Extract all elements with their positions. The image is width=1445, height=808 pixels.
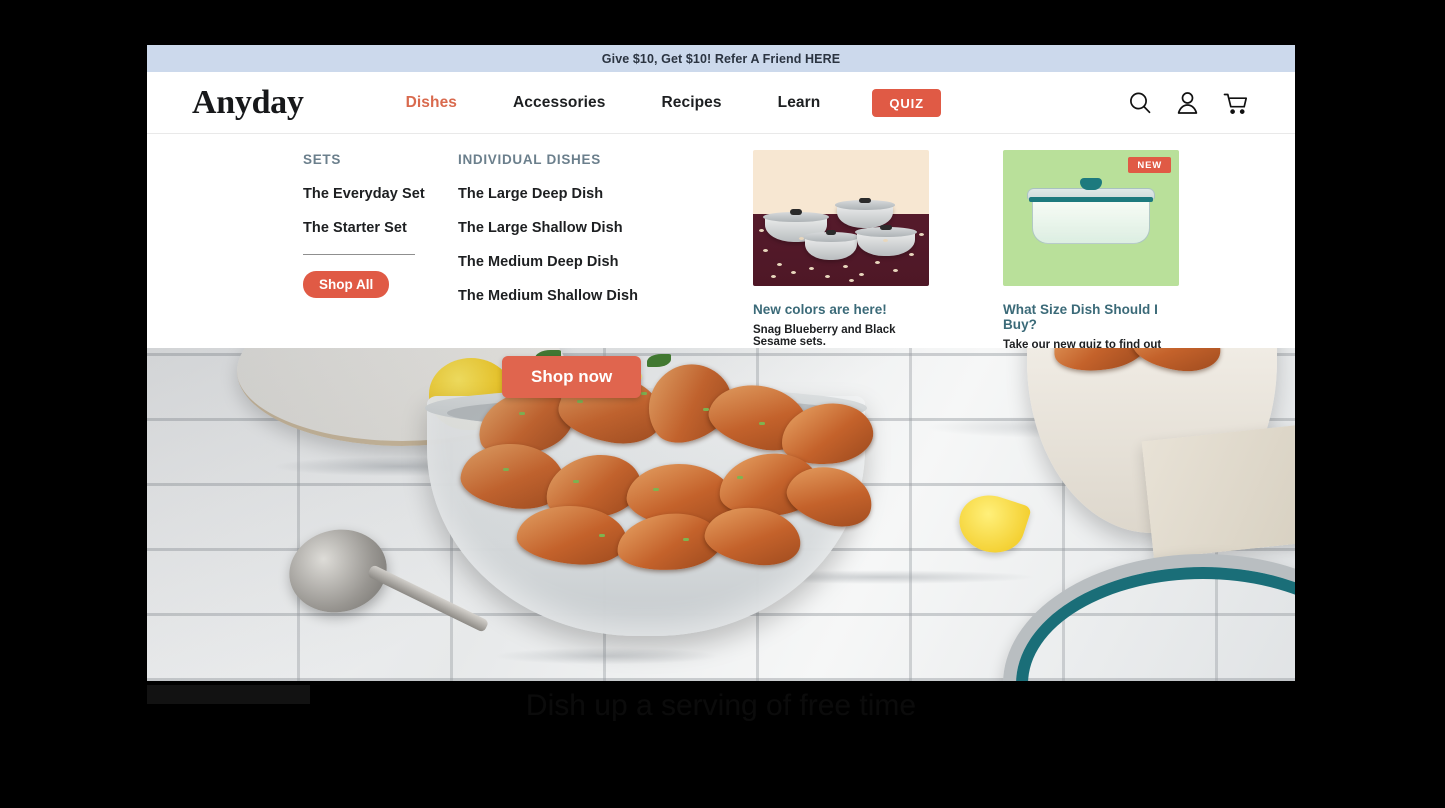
menu-link-everyday-set[interactable]: The Everyday Set xyxy=(303,186,458,202)
nav-item-learn[interactable]: Learn xyxy=(750,94,849,112)
menu-link-medium-deep-dish[interactable]: The Medium Deep Dish xyxy=(458,254,698,270)
quiz-button[interactable]: QUIZ xyxy=(872,88,941,117)
announcement-bar[interactable]: Give $10, Get $10! Refer A Friend HERE xyxy=(147,45,1295,72)
promo-card-size-quiz[interactable]: NEW What Size Dish Should I Buy? Take ou… xyxy=(1003,150,1179,351)
dropdown-divider xyxy=(303,254,415,255)
new-badge: NEW xyxy=(1128,157,1171,173)
promo-card-new-colors[interactable]: New colors are here! Snag Blueberry and … xyxy=(753,150,929,348)
promo-title-size-quiz: What Size Dish Should I Buy? xyxy=(1003,302,1158,332)
nav-item-recipes[interactable]: Recipes xyxy=(633,94,749,112)
shop-all-button[interactable]: Shop All xyxy=(303,271,390,298)
search-icon[interactable] xyxy=(1127,90,1153,116)
menu-link-medium-shallow-dish[interactable]: The Medium Shallow Dish xyxy=(458,288,698,304)
nav-item-accessories[interactable]: Accessories xyxy=(485,94,633,112)
account-icon[interactable] xyxy=(1175,90,1200,116)
menu-link-large-deep-dish[interactable]: The Large Deep Dish xyxy=(458,186,698,202)
shop-now-button[interactable]: Shop now xyxy=(502,356,642,398)
menu-link-large-shallow-dish[interactable]: The Large Shallow Dish xyxy=(458,220,698,236)
sets-heading: SETS xyxy=(303,152,342,167)
below-fold-area: Dish up a serving of free time xyxy=(147,681,1295,743)
browser-viewport: Give $10, Get $10! Refer A Friend HERE A… xyxy=(147,45,1295,743)
header-icons xyxy=(1127,90,1249,116)
dropdown-promos: New colors are here! Snag Blueberry and … xyxy=(753,134,1179,351)
logo[interactable]: Anyday xyxy=(192,85,304,120)
site-header: Anyday Dishes Accessories Recipes Learn … xyxy=(147,72,1295,163)
cart-icon[interactable] xyxy=(1222,90,1249,116)
announcement-text[interactable]: Give $10, Get $10! Refer A Friend HERE xyxy=(602,52,840,66)
dropdown-column-sets: SETS The Everyday Set The Starter Set Sh… xyxy=(303,152,458,348)
promo-title-new-colors: New colors are here! xyxy=(753,302,887,317)
main-nav: Dishes Accessories Recipes Learn QUIZ xyxy=(378,88,941,117)
dishes-dropdown-menu: SETS The Everyday Set The Starter Set Sh… xyxy=(147,133,1295,351)
promo-subtitle-new-colors: Snag Blueberry and Black Sesame sets. xyxy=(753,324,896,348)
nav-item-dishes[interactable]: Dishes xyxy=(378,94,485,112)
menu-link-starter-set[interactable]: The Starter Set xyxy=(303,220,458,236)
dropdown-column-individual-dishes: INDIVIDUAL DISHES The Large Deep Dish Th… xyxy=(458,152,698,348)
promo-image-new-colors xyxy=(753,150,929,286)
individual-dishes-heading: INDIVIDUAL DISHES xyxy=(458,152,601,167)
below-fold-ghost-text: Dish up a serving of free time xyxy=(147,689,1295,723)
promo-image-size-quiz: NEW xyxy=(1003,150,1179,286)
